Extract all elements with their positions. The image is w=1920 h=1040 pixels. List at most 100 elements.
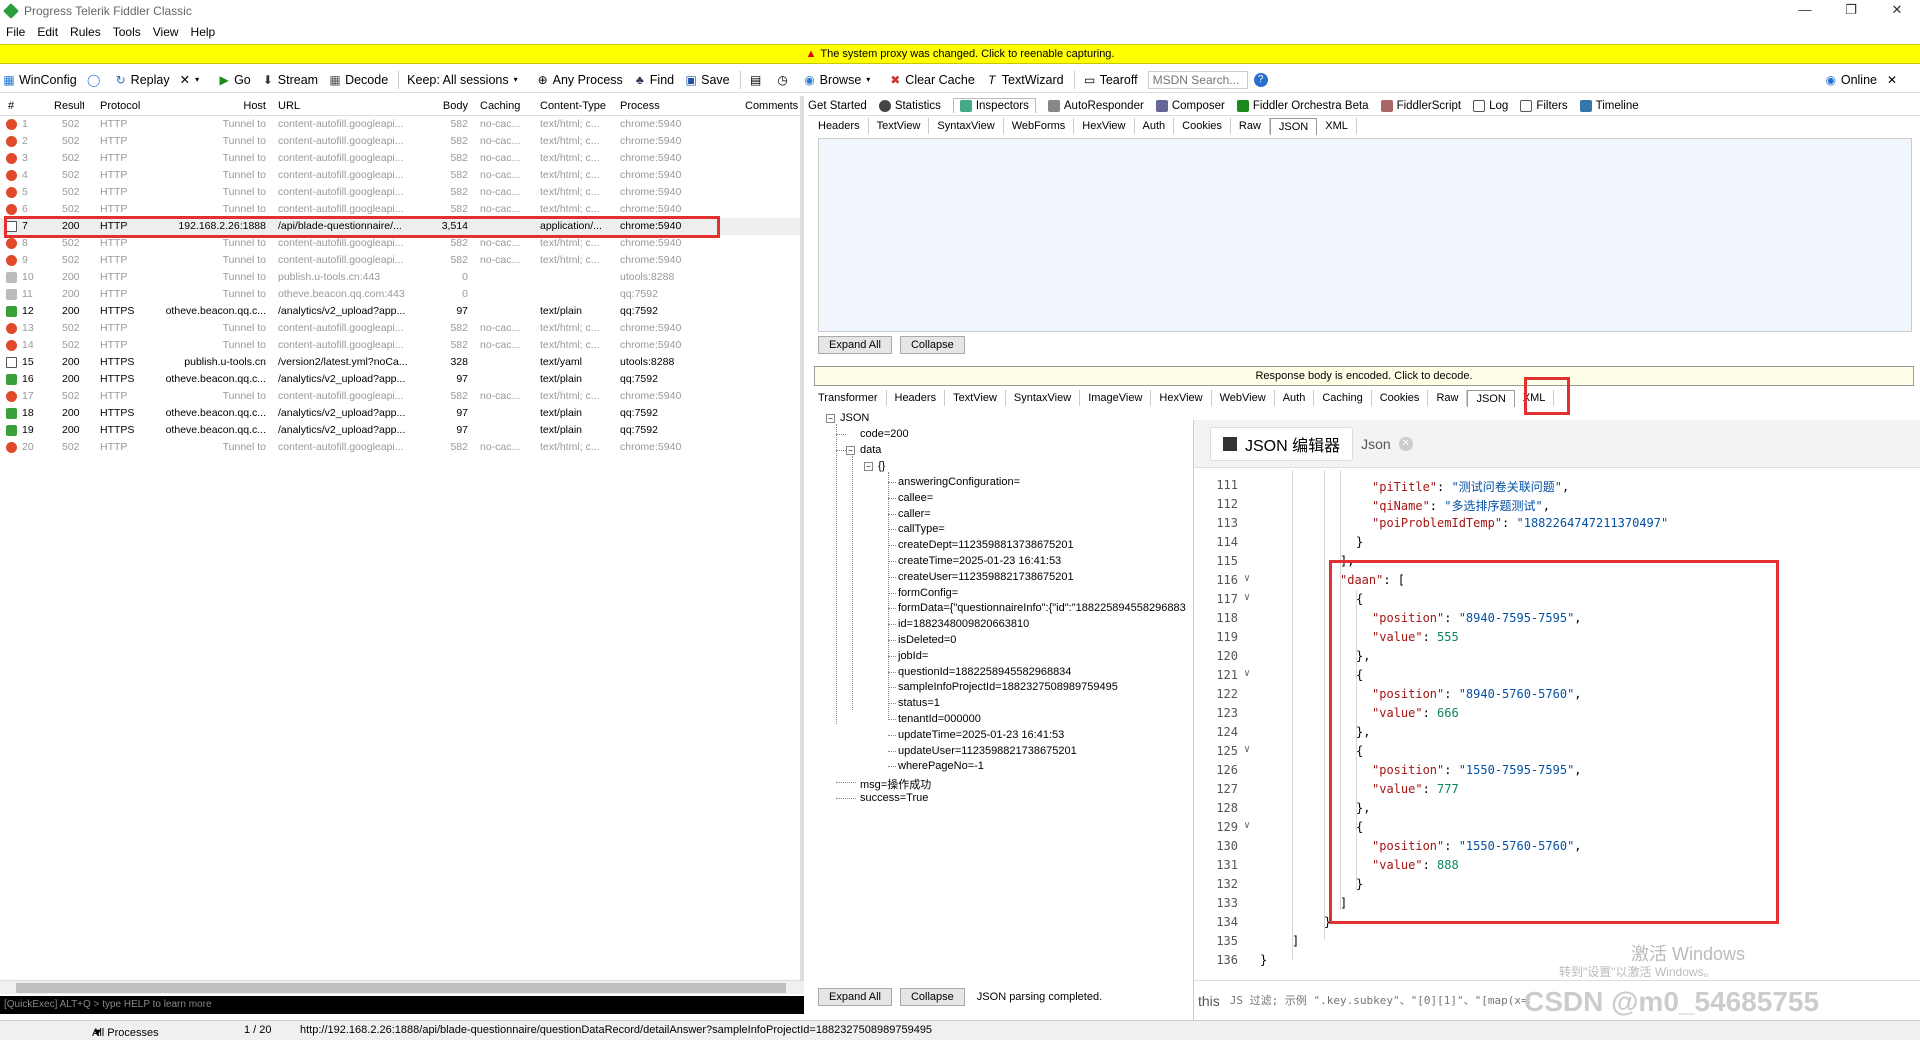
session-row[interactable]: 20 502 HTTP Tunnel to content-autofill.googl… bbox=[0, 439, 800, 456]
decode-button[interactable]: ▦ Decode bbox=[328, 73, 388, 87]
fold-toggle-icon[interactable]: ∨ bbox=[1244, 668, 1250, 679]
stream-button[interactable]: ⬇ Stream bbox=[261, 73, 318, 87]
fold-toggle-icon[interactable]: ∨ bbox=[1244, 820, 1250, 831]
timer-button[interactable]: ◷ bbox=[776, 73, 793, 87]
tab-inspectors[interactable]: Inspectors bbox=[952, 98, 1036, 113]
response-encoded-bar[interactable]: Response body is encoded. Click to decod… bbox=[814, 366, 1914, 386]
tree-node-code[interactable]: code=200 bbox=[860, 428, 909, 440]
scrollbar-thumb[interactable] bbox=[16, 983, 786, 993]
tree-node-field[interactable]: sampleInfoProjectId=1882327508989759495 bbox=[898, 681, 1118, 693]
session-row[interactable]: 12 200 HTTPS otheve.beacon.qq.c.../analytic… bbox=[0, 303, 800, 320]
response-json-tree[interactable]: − JSON code=200− data −{} answeringConfigurat… bbox=[818, 410, 1198, 970]
tab-timeline[interactable]: Timeline bbox=[1579, 99, 1639, 112]
tab-filters[interactable]: Filters bbox=[1520, 99, 1568, 112]
session-row[interactable]: 11 200 HTTP Tunnel to otheve.beacon.qq.com:4… bbox=[0, 286, 800, 303]
tree-node-field[interactable]: callee= bbox=[898, 492, 933, 504]
clear-cache-button[interactable]: ✖ Clear Cache bbox=[888, 73, 975, 87]
subtab-cookies[interactable]: Cookies bbox=[1372, 390, 1429, 406]
response-expand-all-button[interactable]: Expand All bbox=[818, 988, 892, 1006]
browse-button[interactable]: ◉ Browse ▾ bbox=[803, 73, 879, 87]
close-button[interactable]: ✕ bbox=[1874, 0, 1920, 22]
menu-help[interactable]: Help bbox=[191, 25, 216, 39]
subtab-headers[interactable]: Headers bbox=[887, 390, 946, 406]
help-button[interactable]: ? bbox=[1253, 72, 1271, 87]
winconfig-button[interactable]: ▦ WinConfig bbox=[2, 73, 76, 87]
tree-node-field[interactable]: caller= bbox=[898, 508, 931, 520]
fold-toggle-icon[interactable]: ∨ bbox=[1244, 744, 1250, 755]
textwizard-button[interactable]: T TextWizard bbox=[985, 73, 1064, 87]
tree-node-field[interactable]: callType= bbox=[898, 523, 945, 535]
subtab-json[interactable]: JSON bbox=[1269, 117, 1318, 135]
session-row[interactable]: 15 200 HTTPS publish.u-tools.cn/version2/la… bbox=[0, 354, 800, 371]
menu-rules[interactable]: Rules bbox=[70, 25, 101, 39]
tree-node-field[interactable]: tenantId=000000 bbox=[898, 713, 981, 725]
col-header-process[interactable]: Process bbox=[620, 100, 700, 112]
tree-node-field[interactable]: updateTime=2025-01-23 16:41:53 bbox=[898, 729, 1064, 741]
screenshot-button[interactable]: ▤ bbox=[749, 73, 766, 87]
online-indicator[interactable]: ◉ Online ✕ bbox=[1824, 73, 1902, 87]
keep-sessions-dropdown[interactable]: Keep: All sessions ▾ bbox=[407, 73, 525, 87]
subtab-auth[interactable]: Auth bbox=[1275, 390, 1315, 406]
col-header-id[interactable]: # bbox=[8, 100, 32, 112]
session-row[interactable]: 10 200 HTTP Tunnel to publish.u-tools.cn:443… bbox=[0, 269, 800, 286]
session-row[interactable]: 2 502 HTTP Tunnel to content-autofill.google… bbox=[0, 133, 800, 150]
tree-node-field[interactable]: createDept=1123598813738675201 bbox=[898, 539, 1074, 551]
remove-button[interactable]: ✕ ▾ bbox=[180, 72, 207, 87]
session-row[interactable]: 13 502 HTTP Tunnel to content-autofill.googl… bbox=[0, 320, 800, 337]
sessions-horizontal-scrollbar[interactable] bbox=[0, 980, 804, 994]
fold-toggle-icon[interactable]: ∨ bbox=[1244, 592, 1250, 603]
subtab-auth[interactable]: Auth bbox=[1135, 118, 1175, 134]
proxy-warning-bar[interactable]: ▲ The system proxy was changed. Click to… bbox=[0, 44, 1920, 64]
session-row[interactable]: 14 502 HTTP Tunnel to content-autofill.googl… bbox=[0, 337, 800, 354]
session-row[interactable]: 18 200 HTTPS otheve.beacon.qq.c.../analytic… bbox=[0, 405, 800, 422]
close-tab-icon[interactable]: ✕ bbox=[1398, 436, 1413, 451]
tree-node-field[interactable]: wherePageNo=-1 bbox=[898, 760, 984, 772]
subtab-xml[interactable]: XML bbox=[1317, 118, 1357, 134]
col-header-caching[interactable]: Caching bbox=[480, 100, 530, 112]
session-row[interactable]: 19 200 HTTPS otheve.beacon.qq.c.../analytic… bbox=[0, 422, 800, 439]
subtab-imageview[interactable]: ImageView bbox=[1080, 390, 1152, 406]
subtab-syntaxview[interactable]: SyntaxView bbox=[929, 118, 1004, 134]
tree-node-field[interactable]: createUser=1123598821738675201 bbox=[898, 571, 1074, 583]
editor-tab-json-editor[interactable]: JSON 编辑器 bbox=[1210, 426, 1354, 461]
tree-node-field[interactable]: formConfig= bbox=[898, 587, 958, 599]
request-collapse-button[interactable]: Collapse bbox=[899, 336, 965, 354]
subtab-hexview[interactable]: HexView bbox=[1074, 118, 1135, 134]
session-row[interactable]: 1 502 HTTP Tunnel to content-autofill.google… bbox=[0, 116, 800, 133]
editor-tab-json[interactable]: Json ✕ bbox=[1361, 436, 1413, 452]
subtab-webforms[interactable]: WebForms bbox=[1004, 118, 1075, 134]
tab-log[interactable]: Log bbox=[1473, 99, 1508, 112]
quickexec-input[interactable]: [QuickExec] ALT+Q > type HELP to learn m… bbox=[0, 996, 804, 1014]
tree-collapse-toggle[interactable]: − bbox=[864, 462, 873, 471]
tree-node-object[interactable]: {} bbox=[878, 460, 885, 472]
subtab-syntaxview[interactable]: SyntaxView bbox=[1006, 390, 1081, 406]
response-collapse-button[interactable]: Collapse bbox=[899, 988, 965, 1006]
tearoff-button[interactable]: ▭ Tearoff bbox=[1083, 73, 1138, 87]
col-header-content-type[interactable]: Content-Type bbox=[540, 100, 612, 112]
request-expand-all-button[interactable]: Expand All bbox=[818, 336, 892, 354]
subtab-textview[interactable]: TextView bbox=[945, 390, 1006, 406]
tab-autoresponder[interactable]: AutoResponder bbox=[1047, 99, 1144, 112]
tree-node-msg[interactable]: msg=操作成功 bbox=[860, 776, 931, 792]
subtab-caching[interactable]: Caching bbox=[1314, 390, 1372, 406]
col-header-body[interactable]: Body bbox=[410, 100, 468, 112]
col-header-url[interactable]: URL bbox=[278, 100, 418, 112]
menu-file[interactable]: File bbox=[6, 25, 25, 39]
subtab-raw[interactable]: Raw bbox=[1231, 118, 1270, 134]
close-toolbar-icon[interactable]: ✕ bbox=[1885, 73, 1899, 87]
subtab-cookies[interactable]: Cookies bbox=[1174, 118, 1231, 134]
minimize-button[interactable]: — bbox=[1782, 0, 1828, 22]
maximize-button[interactable]: ❐ bbox=[1828, 0, 1874, 22]
col-header-result[interactable]: Result bbox=[54, 100, 84, 112]
save-button[interactable]: ▣ Save bbox=[684, 73, 729, 87]
any-process-button[interactable]: ⊕ Any Process bbox=[536, 73, 623, 87]
session-row[interactable]: 3 502 HTTP Tunnel to content-autofill.google… bbox=[0, 150, 800, 167]
js-filter-input[interactable] bbox=[1229, 994, 1530, 1007]
replay-button[interactable]: ↻ Replay bbox=[114, 73, 170, 87]
msdn-search-input[interactable] bbox=[1147, 70, 1248, 89]
subtab-textview[interactable]: TextView bbox=[869, 118, 930, 134]
go-button[interactable]: ▶ Go bbox=[217, 73, 250, 87]
subtab-json[interactable]: JSON bbox=[1467, 389, 1515, 407]
tab-get-started[interactable]: Get Started bbox=[808, 100, 867, 112]
tab-orchestra[interactable]: Fiddler Orchestra Beta bbox=[1236, 99, 1369, 112]
